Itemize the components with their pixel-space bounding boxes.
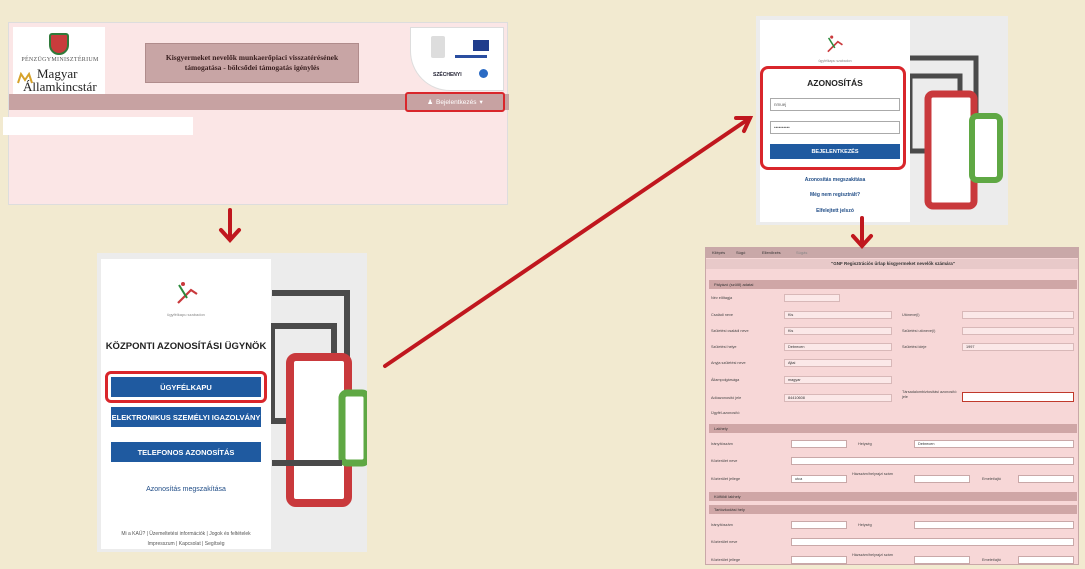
flow-arrows [219,116,873,368]
arrow-diagonal [383,116,752,368]
